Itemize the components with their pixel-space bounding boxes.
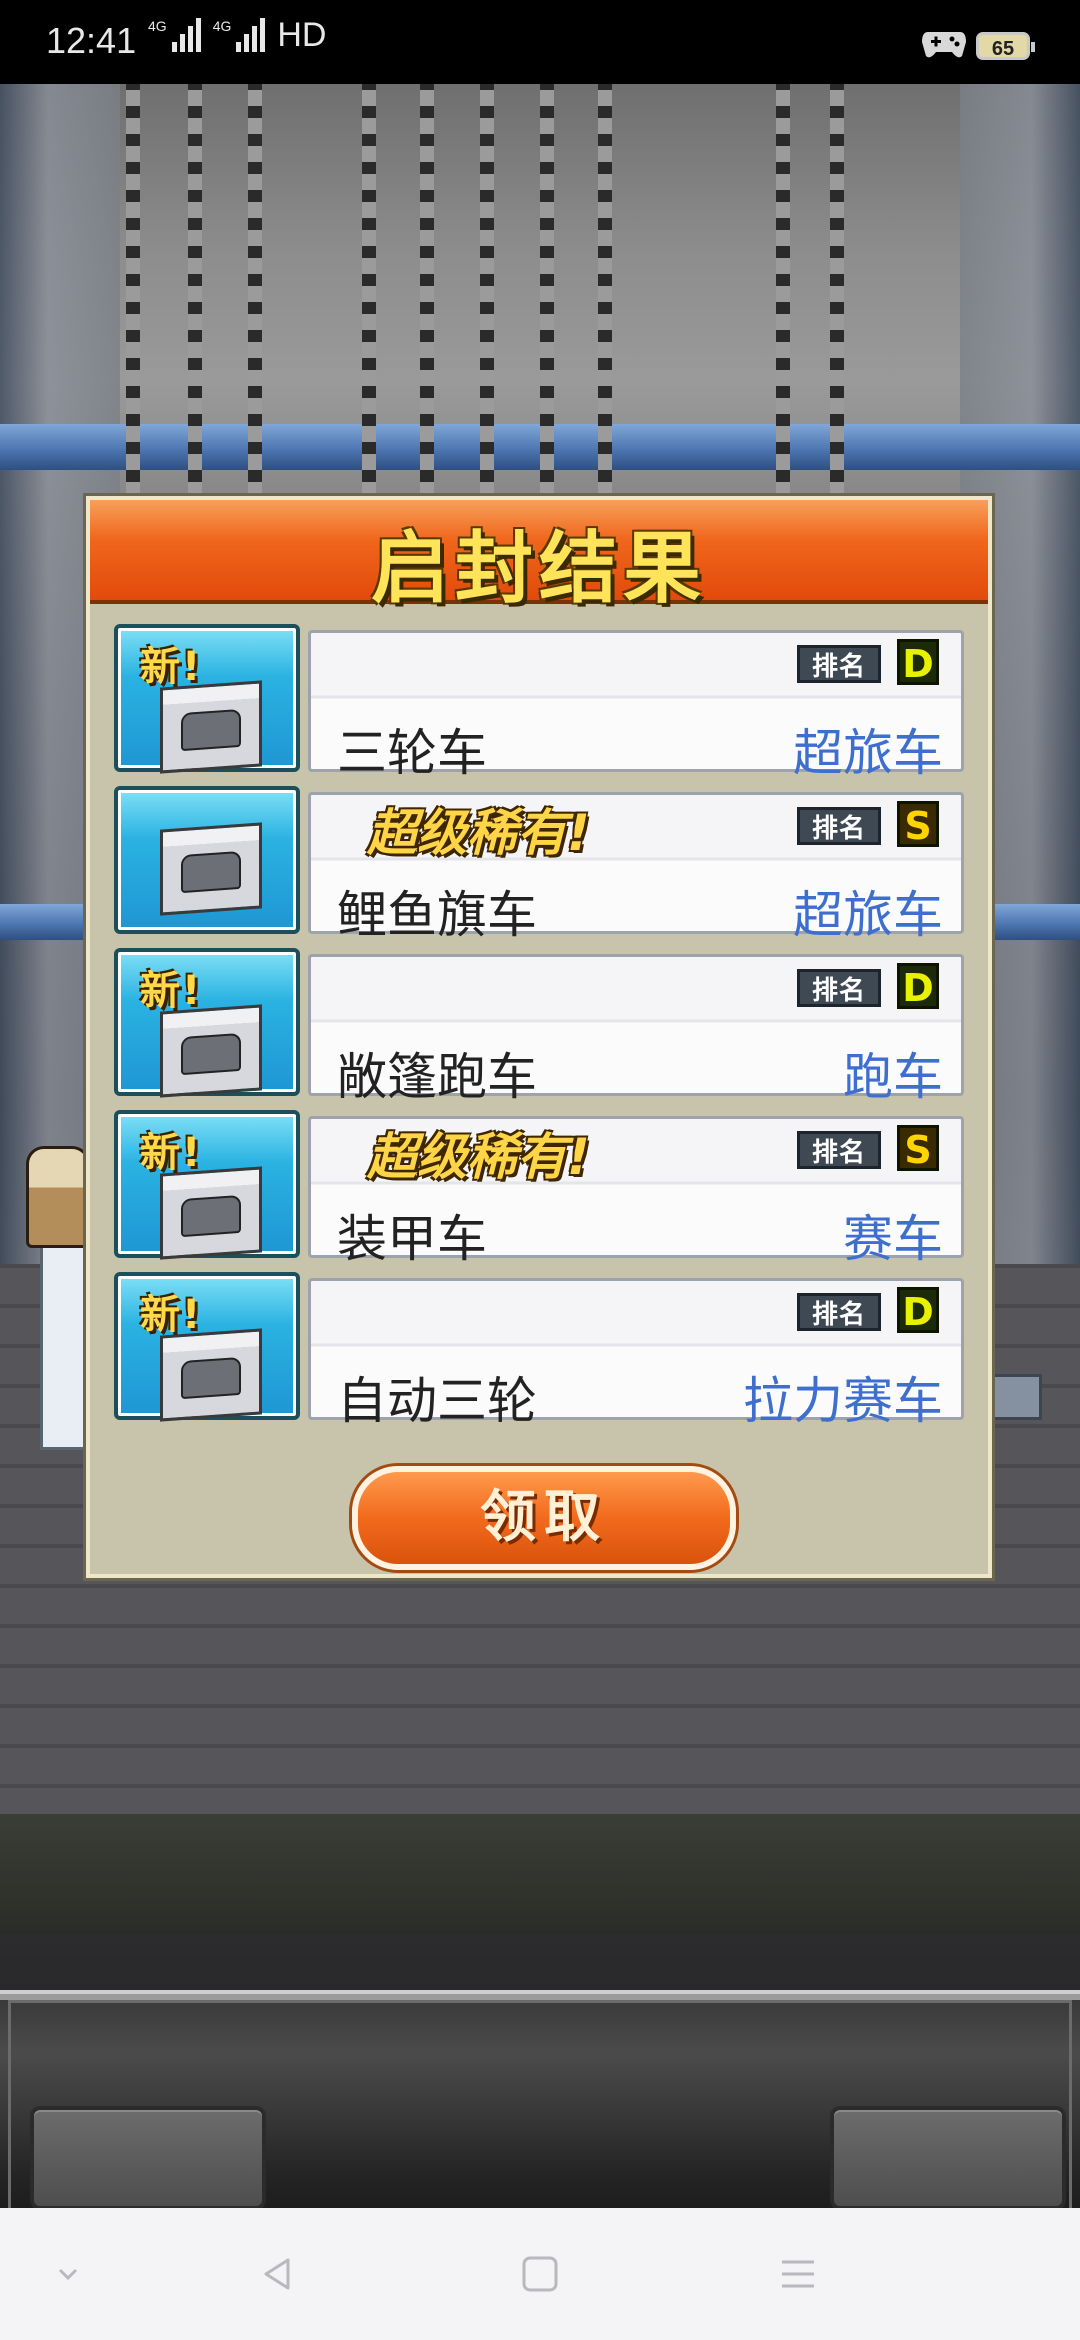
new-badge: 新! [140,1292,203,1338]
result-list: 新! 排名 D 三轮车 超旅车 超级稀有! 排名 S 鲤鱼旗车 超旅车 新! 排… [114,624,964,1434]
car-name: 三轮车 [337,724,487,782]
car-name: 敞篷跑车 [337,1048,537,1106]
chain [362,84,376,504]
car-name: 鲤鱼旗车 [337,886,537,944]
hd-indicator: HD [277,16,327,54]
super-rare-label: 超级稀有! [367,804,590,862]
claim-button-label: 领取 [480,1485,608,1550]
car-type: 超旅车 [793,886,943,944]
item-info: 超级稀有! 排名 S 装甲车 赛车 [308,1116,964,1268]
network-type-2: 4G [212,18,232,34]
chevron-down-icon[interactable] [48,2254,88,2294]
item-info: 超级稀有! 排名 S 鲤鱼旗车 超旅车 [308,792,964,944]
car-type: 超旅车 [793,724,943,782]
claim-button[interactable]: 领取 [352,1466,736,1570]
car-package-icon [160,1004,262,1098]
rank-label: 排名 [797,1293,881,1331]
car-package-icon [160,680,262,774]
rank-label: 排名 [797,807,881,845]
item-info: 排名 D 自动三轮 拉力赛车 [308,1278,964,1430]
clock: 12:41 [46,20,137,61]
home-icon[interactable] [520,2254,560,2294]
result-item[interactable]: 新! 排名 D 自动三轮 拉力赛车 [114,1272,964,1430]
result-item[interactable]: 新! 超级稀有! 排名 S 装甲车 赛车 [114,1110,964,1268]
dialog-title: 启封结果 [370,524,707,614]
rank-label: 排名 [797,969,881,1007]
package-thumbnail: 新! [114,624,300,774]
signal-icon: 4G [213,18,266,52]
car-name: 自动三轮 [337,1372,537,1430]
car-type: 拉力赛车 [743,1372,943,1430]
gamepad-icon [922,32,966,58]
bottom-left-button[interactable] [30,2106,266,2208]
chain [248,84,262,504]
chain [188,84,202,504]
car-type: 跑车 [843,1048,943,1106]
package-thumbnail: 新! [114,1110,300,1260]
result-item[interactable]: 新! 排名 D 三轮车 超旅车 [114,624,964,782]
car-package-icon [160,1166,262,1260]
chain [540,84,554,504]
dialog-title-bar: 启封结果 [90,500,988,614]
chain [126,84,140,504]
result-item[interactable]: 超级稀有! 排名 S 鲤鱼旗车 超旅车 [114,786,964,944]
workshop-machine [40,1214,86,1450]
new-badge: 新! [140,1130,203,1176]
bottom-right-button[interactable] [830,2106,1066,2208]
rank-badge: S [897,1125,939,1172]
rank-badge: S [897,801,939,848]
package-thumbnail [114,786,300,934]
battery-icon: 65 [976,32,1035,60]
network-indicators: 4G 4G HD [148,18,326,52]
item-info: 排名 D 敞篷跑车 跑车 [308,954,964,1106]
signal-icon: 4G [148,18,201,52]
back-icon[interactable] [258,2254,298,2294]
chain [598,84,612,504]
mechanic-character [26,1146,90,1248]
car-package-icon [160,1328,262,1422]
car-name: 装甲车 [337,1210,487,1268]
new-badge: 新! [140,644,203,690]
unbox-result-dialog: 启封结果 新! 排名 D 三轮车 超旅车 超级稀有! 排名 S 鲤鱼旗车 超旅车… [86,496,992,1578]
super-rare-label: 超级稀有! [367,1128,590,1186]
game-bottom-panel [0,1990,1080,2208]
floor-edge [0,1814,1080,1934]
network-type-1: 4G [148,18,167,34]
package-thumbnail: 新! [114,1272,300,1422]
rank-badge: D [897,1287,939,1334]
package-thumbnail: 新! [114,948,300,1098]
rank-badge: D [897,639,939,686]
car-type: 赛车 [843,1210,943,1268]
chain [420,84,434,504]
result-item[interactable]: 新! 排名 D 敞篷跑车 跑车 [114,948,964,1106]
chain [830,84,844,504]
rank-label: 排名 [797,1131,881,1169]
status-bar: 12:41 4G 4G HD 65 [0,0,1080,84]
navigation-bar [0,2208,1080,2340]
new-badge: 新! [140,968,203,1014]
rank-badge: D [897,963,939,1010]
menu-icon[interactable] [778,2254,818,2294]
chain [480,84,494,504]
chain [776,84,790,504]
item-info: 排名 D 三轮车 超旅车 [308,630,964,782]
car-package-icon [160,822,262,916]
rank-label: 排名 [797,645,881,683]
